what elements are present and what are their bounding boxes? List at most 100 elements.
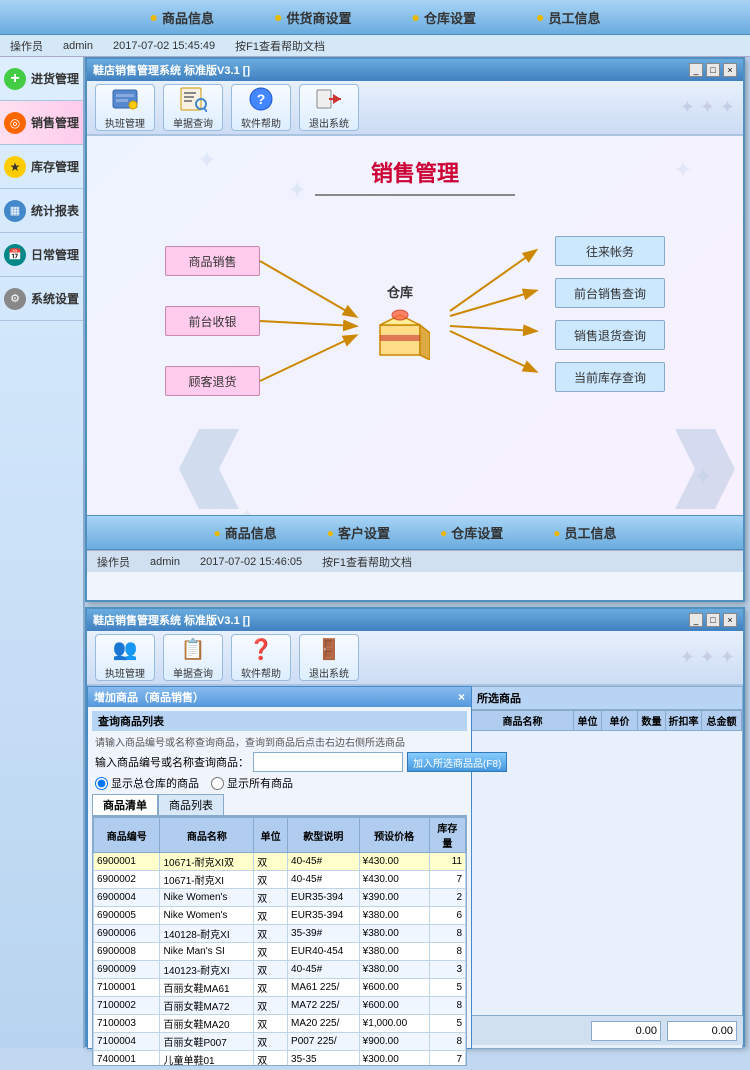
right-box-stock-query[interactable]: 当前库存查询: [555, 362, 665, 392]
add-selected-btn[interactable]: 加入所选商品品(F8): [407, 752, 507, 772]
nav-item-staff[interactable]: ● 员工信息: [536, 8, 600, 27]
win2-minimize-btn[interactable]: _: [689, 613, 703, 627]
tab-goods-list[interactable]: 商品清单: [92, 794, 158, 815]
table-row[interactable]: 7100001百丽女鞋MA61双MA61 225/¥600.005: [94, 979, 466, 997]
radio-all-input[interactable]: [211, 777, 224, 790]
table-cell: ¥390.00: [359, 889, 429, 907]
bnav-dot-warehouse: ●: [440, 526, 447, 540]
col-model: 款型说明: [288, 818, 360, 853]
win2-maximize-btn[interactable]: □: [706, 613, 720, 627]
large-arrow-left: [179, 429, 239, 512]
table-cell: 40-45#: [288, 871, 360, 889]
left-box-product-sales[interactable]: 商品销售: [165, 246, 260, 276]
table-cell: 百丽女鞋MA72: [160, 997, 254, 1015]
table-row[interactable]: 690000110671-耐克XΙ双双40-45#¥430.0011: [94, 853, 466, 871]
nav-item-goods[interactable]: ● 商品信息: [150, 8, 214, 27]
win2-tool-shift[interactable]: 👥 执班管理: [95, 634, 155, 681]
table-row[interactable]: 6900004Nike Women's双EUR35-394¥390.002: [94, 889, 466, 907]
right-box-return-query[interactable]: 销售退货查询: [555, 320, 665, 350]
sel-col-qty: 数量: [638, 711, 666, 731]
bnav-label-warehouse: 仓库设置: [451, 523, 503, 542]
table-cell: ¥430.00: [359, 871, 429, 889]
table-row[interactable]: 7100002百丽女鞋MA72双MA72 225/¥600.008: [94, 997, 466, 1015]
tool-btn-exit[interactable]: 退出系统: [299, 84, 359, 131]
tab-goods-catalog[interactable]: 商品列表: [158, 794, 224, 815]
maximize-button[interactable]: □: [706, 63, 720, 77]
table-cell: 6900008: [94, 943, 160, 961]
right-box-accounts[interactable]: 往来帐务: [555, 236, 665, 266]
table-cell: 140123-耐克XΙ: [160, 961, 254, 979]
bnav-warehouse[interactable]: ● 仓库设置: [440, 523, 503, 542]
table-cell: 5: [429, 1015, 465, 1033]
table-cell: Nike Women's: [160, 889, 254, 907]
win1-controls: _ □ ×: [689, 63, 737, 77]
table-cell: ¥300.00: [359, 1051, 429, 1067]
table-cell: 双: [254, 889, 288, 907]
bnav-goods[interactable]: ● 商品信息: [213, 523, 276, 542]
close-button[interactable]: ×: [723, 63, 737, 77]
table-row[interactable]: 7400001儿童单鞋01双35-35¥300.007: [94, 1051, 466, 1067]
table-cell: 7100001: [94, 979, 160, 997]
bnav-customer[interactable]: ● 客户设置: [327, 523, 390, 542]
radio-all-goods[interactable]: 显示所有商品: [211, 775, 293, 791]
sidebar-item-settings[interactable]: ⚙ 系统设置: [0, 277, 83, 321]
right-box-front-query[interactable]: 前台销售查询: [555, 278, 665, 308]
win2-tool-help[interactable]: ❓ 软件帮助: [231, 634, 291, 681]
goods-search-input[interactable]: [253, 752, 403, 772]
table-cell: 百丽女鞋MA20: [160, 1015, 254, 1033]
sidebar-item-inventory[interactable]: ★ 库存管理: [0, 145, 83, 189]
nav-label-supplier: 供货商设置: [286, 8, 351, 27]
table-cell: 7100002: [94, 997, 160, 1015]
right-panel-header: 所选商品: [471, 687, 742, 710]
win2-close-btn[interactable]: ×: [723, 613, 737, 627]
query-btn-label: 单据查询: [173, 115, 213, 130]
radio-main-warehouse[interactable]: 显示总仓库的商品: [95, 775, 199, 791]
radio-main-input[interactable]: [95, 777, 108, 790]
sidebar-item-incoming[interactable]: + 进货管理: [0, 57, 83, 101]
bnav-label-staff: 员工信息: [565, 523, 617, 542]
stars-decoration: ✦ ✦ ✦: [367, 97, 735, 118]
tool-btn-help[interactable]: ? 软件帮助: [231, 84, 291, 131]
sidebar-item-reports[interactable]: ▦ 统计报表: [0, 189, 83, 233]
table-cell: 7: [429, 871, 465, 889]
sidebar-item-sales[interactable]: ◎ 销售管理: [0, 101, 83, 145]
bnav-dot-customer: ●: [327, 526, 334, 540]
left-box-return[interactable]: 顾客退货: [165, 366, 260, 396]
sel-col-total: 总金额: [702, 711, 742, 731]
table-cell: ¥380.00: [359, 961, 429, 979]
sales-mgmt-title: 销售管理: [87, 156, 743, 196]
table-cell: ¥380.00: [359, 907, 429, 925]
goods-table-container[interactable]: 商品编号 商品名称 单位 款型说明 预设价格 库存量 690000110671-…: [92, 816, 467, 1066]
win2-tool-query[interactable]: 📋 单据查询: [163, 634, 223, 681]
win2-body: 增加商品（商品销售） × 查询商品列表 请输入商品编号或名称查询商品，查询到商品…: [87, 686, 743, 1045]
win1-bottom-nav: ● 商品信息 ● 客户设置 ● 仓库设置 ● 员工信息: [87, 515, 743, 550]
sales-title-text: 销售管理: [87, 156, 743, 188]
table-row[interactable]: 690000210671-耐克XI双40-45#¥430.007: [94, 871, 466, 889]
table-row[interactable]: 7100003百丽女鞋MA20双MA20 225/¥1,000.005: [94, 1015, 466, 1033]
left-box-cashier[interactable]: 前台收银: [165, 306, 260, 336]
table-row[interactable]: 6900005Nike Women's双EUR35-394¥380.006: [94, 907, 466, 925]
bnav-staff[interactable]: ● 员工信息: [553, 523, 616, 542]
top-nav-bar: ● 商品信息 ● 供货商设置 ● 仓库设置 ● 员工信息: [0, 0, 750, 35]
sidebar-item-daily[interactable]: 📅 日常管理: [0, 233, 83, 277]
tool-btn-query[interactable]: 单据查询: [163, 84, 223, 131]
table-row[interactable]: 6900008Nike Man's SI双EUR40-454¥380.008: [94, 943, 466, 961]
table-row[interactable]: 6900006140128-耐克XΙ双35-39#¥380.008: [94, 925, 466, 943]
table-cell: 6900004: [94, 889, 160, 907]
table-row[interactable]: 6900009140123-耐克XΙ双40-45#¥380.003: [94, 961, 466, 979]
minimize-button[interactable]: _: [689, 63, 703, 77]
dialog-close-btn[interactable]: ×: [458, 690, 465, 704]
table-cell: 双: [254, 961, 288, 979]
selected-table: 商品名称 单位 单价 数量 折扣率 总金额: [471, 710, 742, 731]
table-cell: ¥600.00: [359, 979, 429, 997]
win2-help-label: 软件帮助: [241, 665, 281, 680]
tool-btn-shift[interactable]: 执班管理: [95, 84, 155, 131]
nav-item-supplier[interactable]: ● 供货商设置: [274, 8, 351, 27]
win2-tool-exit[interactable]: 🚪 退出系统: [299, 634, 359, 681]
table-cell: MA20 225/: [288, 1015, 360, 1033]
help-text-1: 按F1查看帮助文档: [235, 38, 325, 54]
tab-row: 商品清单 商品列表: [92, 794, 467, 816]
nav-item-warehouse[interactable]: ● 仓库设置: [412, 8, 476, 27]
win2-exit-label: 退出系统: [309, 665, 349, 680]
input-label: 输入商品编号或名称查询商品：: [95, 754, 249, 770]
